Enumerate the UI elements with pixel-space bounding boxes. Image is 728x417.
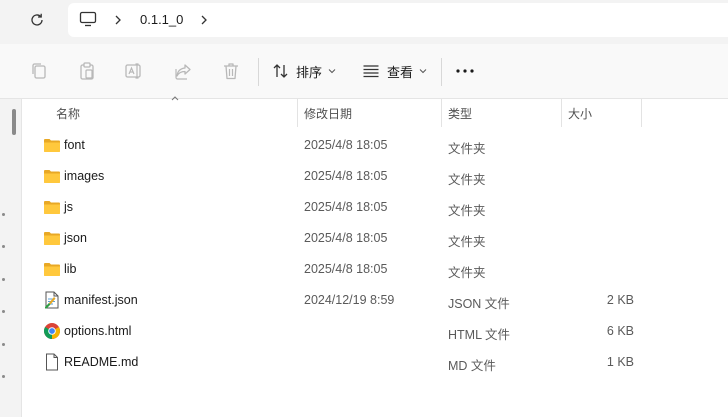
file-date: 2025/4/8 18:05 bbox=[304, 200, 388, 214]
file-date: 2024/12/19 8:59 bbox=[304, 293, 395, 307]
file-type: 文件夹 bbox=[448, 142, 486, 156]
sort-button[interactable]: 排序 bbox=[272, 59, 336, 83]
file-name[interactable]: options.html bbox=[64, 324, 131, 338]
more-options-button[interactable] bbox=[452, 58, 478, 84]
file-name[interactable]: images bbox=[64, 169, 104, 183]
paste-icon[interactable] bbox=[77, 61, 97, 81]
column-name-label: 名称 bbox=[56, 106, 81, 121]
chevron-right-icon[interactable] bbox=[112, 10, 124, 30]
column-resize-handle[interactable] bbox=[641, 99, 642, 127]
column-type-label: 类型 bbox=[448, 106, 473, 121]
folder-icon bbox=[44, 263, 60, 276]
column-size-label: 大小 bbox=[568, 106, 593, 121]
breadcrumb-segment[interactable]: 0.1.1_0 bbox=[140, 12, 183, 27]
toolbar-divider bbox=[441, 58, 442, 86]
document-icon bbox=[46, 353, 58, 371]
file-row[interactable]: js 2025/4/8 18:05 文件夹 bbox=[22, 192, 728, 223]
file-row[interactable]: manifest.json 2024/12/19 8:59 JSON 文件 2 … bbox=[22, 285, 728, 316]
file-type: JSON 文件 bbox=[448, 297, 510, 311]
nav-scrollbar-thumb[interactable] bbox=[12, 109, 16, 135]
folder-icon bbox=[44, 232, 60, 245]
file-date: 2025/4/8 18:05 bbox=[304, 231, 388, 245]
column-header-row: 名称 修改日期 类型 大小 bbox=[22, 96, 728, 127]
json-file-icon bbox=[45, 291, 59, 309]
file-name[interactable]: font bbox=[64, 138, 85, 152]
column-resize-handle[interactable] bbox=[561, 99, 562, 127]
file-row[interactable]: README.md MD 文件 1 KB bbox=[22, 347, 728, 378]
folder-icon bbox=[44, 201, 60, 214]
sort-label: 排序 bbox=[296, 64, 323, 80]
computer-icon[interactable] bbox=[79, 11, 97, 27]
rename-icon[interactable] bbox=[124, 61, 144, 81]
nav-pane-marker bbox=[2, 245, 5, 248]
copy-icon[interactable] bbox=[29, 61, 49, 81]
more-icon bbox=[456, 69, 474, 73]
file-name[interactable]: manifest.json bbox=[64, 293, 138, 307]
file-date: 2025/4/8 18:05 bbox=[304, 169, 388, 183]
view-button[interactable]: 查看 bbox=[362, 59, 427, 83]
column-header-size[interactable]: 大小 bbox=[568, 99, 592, 127]
address-bar[interactable]: 0.1.1_0 bbox=[68, 3, 728, 37]
refresh-button[interactable] bbox=[22, 6, 52, 34]
view-list-icon bbox=[363, 65, 379, 78]
column-date-label: 修改日期 bbox=[304, 106, 353, 121]
file-list: font 2025/4/8 18:05 文件夹 images 2025/4/8 … bbox=[22, 130, 728, 378]
file-row[interactable]: lib 2025/4/8 18:05 文件夹 bbox=[22, 254, 728, 285]
file-size: 6 KB bbox=[606, 324, 634, 338]
toolbar-divider bbox=[258, 58, 259, 86]
file-row[interactable]: options.html HTML 文件 6 KB bbox=[22, 316, 728, 347]
file-type: MD 文件 bbox=[448, 359, 496, 373]
chevron-down-icon bbox=[419, 69, 427, 74]
file-name[interactable]: json bbox=[64, 231, 87, 245]
file-name[interactable]: lib bbox=[64, 262, 77, 276]
navigation-pane[interactable] bbox=[0, 99, 22, 417]
refresh-icon bbox=[31, 13, 43, 26]
file-type: 文件夹 bbox=[448, 173, 486, 187]
file-row[interactable]: json 2025/4/8 18:05 文件夹 bbox=[22, 223, 728, 254]
command-bar: 排序 查看 bbox=[0, 44, 728, 99]
file-name[interactable]: js bbox=[64, 200, 73, 214]
file-name[interactable]: README.md bbox=[64, 355, 138, 369]
chevron-right-icon[interactable] bbox=[198, 10, 210, 30]
share-icon[interactable] bbox=[173, 61, 193, 81]
file-type: 文件夹 bbox=[448, 235, 486, 249]
folder-icon bbox=[44, 170, 60, 183]
view-label: 查看 bbox=[387, 64, 414, 80]
file-row[interactable]: font 2025/4/8 18:05 文件夹 bbox=[22, 130, 728, 161]
sort-icon bbox=[273, 64, 288, 78]
address-bar-region: 0.1.1_0 bbox=[0, 0, 728, 44]
nav-pane-marker bbox=[2, 278, 5, 281]
chevron-down-icon bbox=[328, 69, 336, 74]
nav-pane-marker bbox=[2, 213, 5, 216]
file-size: 2 KB bbox=[606, 293, 634, 307]
file-date: 2025/4/8 18:05 bbox=[304, 138, 388, 152]
trash-icon[interactable] bbox=[221, 61, 241, 81]
column-resize-handle[interactable] bbox=[297, 99, 298, 127]
file-type: 文件夹 bbox=[448, 266, 486, 280]
nav-pane-marker bbox=[2, 343, 5, 346]
file-size: 1 KB bbox=[606, 355, 634, 369]
file-type: 文件夹 bbox=[448, 204, 486, 218]
nav-pane-marker bbox=[2, 375, 5, 378]
column-header-type[interactable]: 类型 bbox=[448, 99, 472, 127]
chrome-icon bbox=[44, 323, 60, 339]
column-header-name[interactable]: 名称 bbox=[56, 99, 80, 127]
column-header-date[interactable]: 修改日期 bbox=[304, 99, 352, 127]
file-date: 2025/4/8 18:05 bbox=[304, 262, 388, 276]
nav-pane-marker bbox=[2, 310, 5, 313]
sort-ascending-icon bbox=[171, 96, 179, 101]
file-type: HTML 文件 bbox=[448, 328, 511, 342]
file-row[interactable]: images 2025/4/8 18:05 文件夹 bbox=[22, 161, 728, 192]
folder-icon bbox=[44, 139, 60, 152]
column-resize-handle[interactable] bbox=[441, 99, 442, 127]
